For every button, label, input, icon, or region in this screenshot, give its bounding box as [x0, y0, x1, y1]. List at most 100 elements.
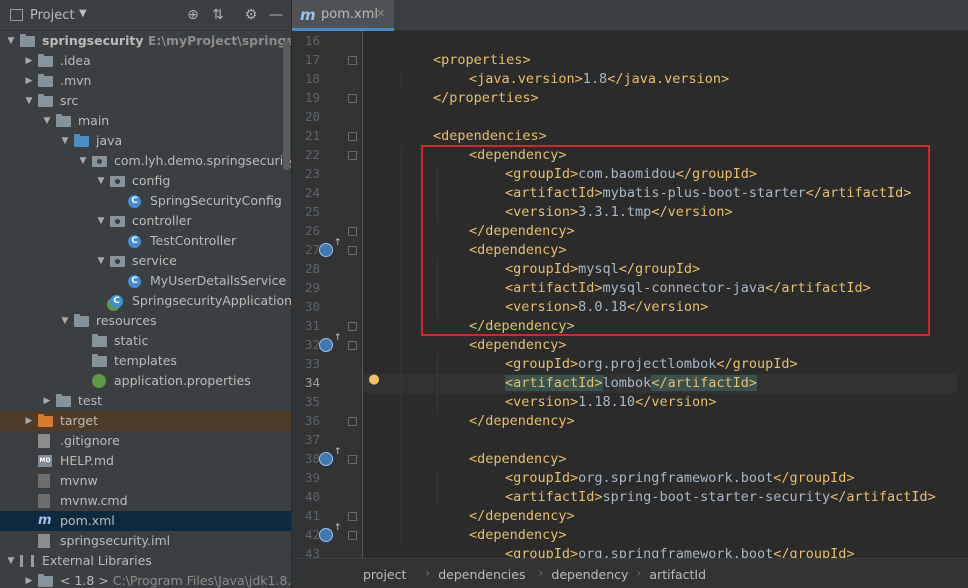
tree-item[interactable]: .gitignore — [0, 431, 291, 451]
code-line[interactable]: <artifactId>spring-boot-starter-security… — [363, 488, 968, 507]
code-line[interactable]: <dependency> — [363, 450, 968, 469]
line-number: 38 — [304, 451, 320, 466]
code-line[interactable]: </dependency> — [363, 412, 968, 431]
breadcrumb-item[interactable]: dependency — [551, 567, 628, 582]
tree-item[interactable]: ▼ src — [0, 91, 291, 111]
code-line[interactable]: <java.version>1.8</java.version> — [363, 70, 968, 89]
editor-scrollbar[interactable] — [957, 31, 968, 558]
fold-marker-icon[interactable] — [348, 455, 357, 464]
code-line[interactable] — [363, 32, 968, 51]
chevron-down-icon[interactable]: ▼ — [96, 251, 106, 271]
project-scrollbar[interactable] — [283, 40, 290, 170]
fold-marker-icon[interactable] — [348, 246, 357, 255]
fold-marker-icon[interactable] — [348, 322, 357, 331]
tree-item[interactable]: ▼ springsecurity E:\myProject\springsecur… — [0, 31, 291, 51]
chevron-down-icon[interactable]: ▼ — [42, 111, 52, 131]
fold-marker-icon[interactable] — [348, 56, 357, 65]
chevron-down-icon[interactable]: ▼ — [6, 551, 16, 571]
code-line[interactable]: <properties> — [363, 51, 968, 70]
tree-item[interactable]: ▶ target — [0, 411, 291, 431]
code-line[interactable] — [363, 108, 968, 127]
tree-item[interactable]: ▶ < 1.8 > C:\Program Files\Java\jdk1.8.0 — [0, 571, 291, 588]
tree-item[interactable]: application.properties — [0, 371, 291, 391]
fold-marker-icon[interactable] — [348, 151, 357, 160]
code-line[interactable]: <groupId>org.springframework.boot</group… — [363, 545, 968, 558]
close-icon[interactable]: ✕ — [376, 7, 385, 20]
fold-marker-icon[interactable] — [348, 417, 357, 426]
lightbulb-icon[interactable]: ● — [367, 373, 381, 387]
tree-item[interactable]: springsecurity.iml — [0, 531, 291, 551]
chevron-down-icon[interactable]: ▼ — [78, 151, 88, 171]
code-line[interactable]: <groupId>org.springframework.boot</group… — [363, 469, 968, 488]
tree-item[interactable]: mvnw.cmd — [0, 491, 291, 511]
fold-marker-icon[interactable] — [348, 132, 357, 141]
tree-item[interactable]: ▼ java — [0, 131, 291, 151]
fold-marker-icon[interactable] — [348, 512, 357, 521]
tree-item-label: External Libraries — [42, 553, 152, 568]
chevron-right-icon[interactable]: ▶ — [42, 391, 52, 411]
tree-item-label: config — [132, 173, 171, 188]
tree-item[interactable]: C TestController — [0, 231, 291, 251]
chevron-down-icon[interactable]: ▼ — [60, 131, 70, 151]
chevron-down-icon[interactable]: ▼ — [96, 211, 106, 231]
gear-icon[interactable]: ⚙ — [242, 6, 260, 24]
tree-item[interactable]: MD HELP.md — [0, 451, 291, 471]
locate-icon[interactable]: ⊕ — [184, 6, 202, 24]
tree-item[interactable]: ▶ .mvn — [0, 71, 291, 91]
fold-marker-icon[interactable] — [348, 94, 357, 103]
tree-item[interactable]: ▼ main — [0, 111, 291, 131]
tree-item[interactable]: C SpringSecurityConfig — [0, 191, 291, 211]
code-line[interactable]: <dependencies> — [363, 127, 968, 146]
chevron-right-icon[interactable]: ▶ — [24, 51, 34, 71]
code-line[interactable] — [363, 431, 968, 450]
project-panel-header: Project ▼ ⊕ ⇅ ⚙ — — [0, 0, 291, 31]
project-view-selector[interactable]: Project — [30, 8, 74, 23]
code-line[interactable]: <dependency> — [363, 336, 968, 355]
chevron-down-icon[interactable]: ▼ — [6, 31, 16, 51]
code-line[interactable]: <version>1.18.10</version> — [363, 393, 968, 412]
tree-item[interactable]: ▼ service — [0, 251, 291, 271]
code-line[interactable]: </properties> — [363, 89, 968, 108]
chevron-right-icon[interactable]: ▶ — [24, 411, 34, 431]
hide-icon[interactable]: — — [267, 6, 285, 24]
fold-marker-icon[interactable] — [348, 227, 357, 236]
code-line[interactable]: </dependency> — [363, 507, 968, 526]
tab-pom-xml[interactable]: m pom.xml ✕ — [292, 0, 394, 31]
chevron-right-icon[interactable]: ▶ — [24, 71, 34, 91]
tree-item[interactable]: static — [0, 331, 291, 351]
tree-item[interactable]: mvnw — [0, 471, 291, 491]
chevron-down-icon[interactable]: ▼ — [96, 171, 106, 191]
tree-item[interactable]: C SpringsecurityApplication — [0, 291, 291, 311]
maven-dependency-icon[interactable] — [319, 238, 342, 257]
breadcrumb-item[interactable]: dependencies — [438, 567, 525, 582]
fold-marker-icon[interactable] — [348, 531, 357, 540]
tree-item[interactable]: ▼ resources — [0, 311, 291, 331]
tree-item[interactable]: ▼ com.lyh.demo.springsecurity — [0, 151, 291, 171]
code-line[interactable]: <artifactId>lombok</artifactId> — [363, 374, 968, 393]
xml-text: org.projectlombok — [578, 356, 717, 372]
tree-item[interactable]: m pom.xml — [0, 511, 291, 531]
folder-icon — [92, 354, 107, 367]
tree-item[interactable]: ▼ External Libraries — [0, 551, 291, 571]
code-line[interactable]: <dependency> — [363, 526, 968, 545]
tree-item[interactable]: ▶ test — [0, 391, 291, 411]
fold-marker-icon[interactable] — [348, 341, 357, 350]
maven-dependency-icon[interactable] — [319, 523, 342, 542]
chevron-down-icon[interactable]: ▼ — [24, 91, 34, 111]
editor-gutter[interactable]: 16 17 18 19 20 21 22 23 24 25 26 27 28 29 30 31 32 33 34 35… — [292, 31, 362, 561]
tree-item[interactable]: templates — [0, 351, 291, 371]
maven-dependency-icon[interactable] — [319, 333, 342, 352]
xml-tag: </dependency> — [469, 413, 575, 429]
code-line[interactable]: <groupId>org.projectlombok</groupId> — [363, 355, 968, 374]
breadcrumb-item[interactable]: project — [363, 567, 406, 582]
breadcrumb-item[interactable]: artifactId — [649, 567, 706, 582]
tree-item[interactable]: ▼ controller — [0, 211, 291, 231]
tree-item[interactable]: C MyUserDetailsService — [0, 271, 291, 291]
chevron-down-icon[interactable]: ▼ — [60, 311, 70, 331]
chevron-right-icon[interactable]: ▶ — [24, 571, 34, 588]
collapse-all-icon[interactable]: ⇅ — [209, 6, 227, 24]
tree-item[interactable]: ▼ config — [0, 171, 291, 191]
tree-item[interactable]: ▶ .idea — [0, 51, 291, 71]
maven-dependency-icon[interactable] — [319, 447, 342, 466]
chevron-down-icon[interactable]: ▼ — [79, 8, 87, 19]
